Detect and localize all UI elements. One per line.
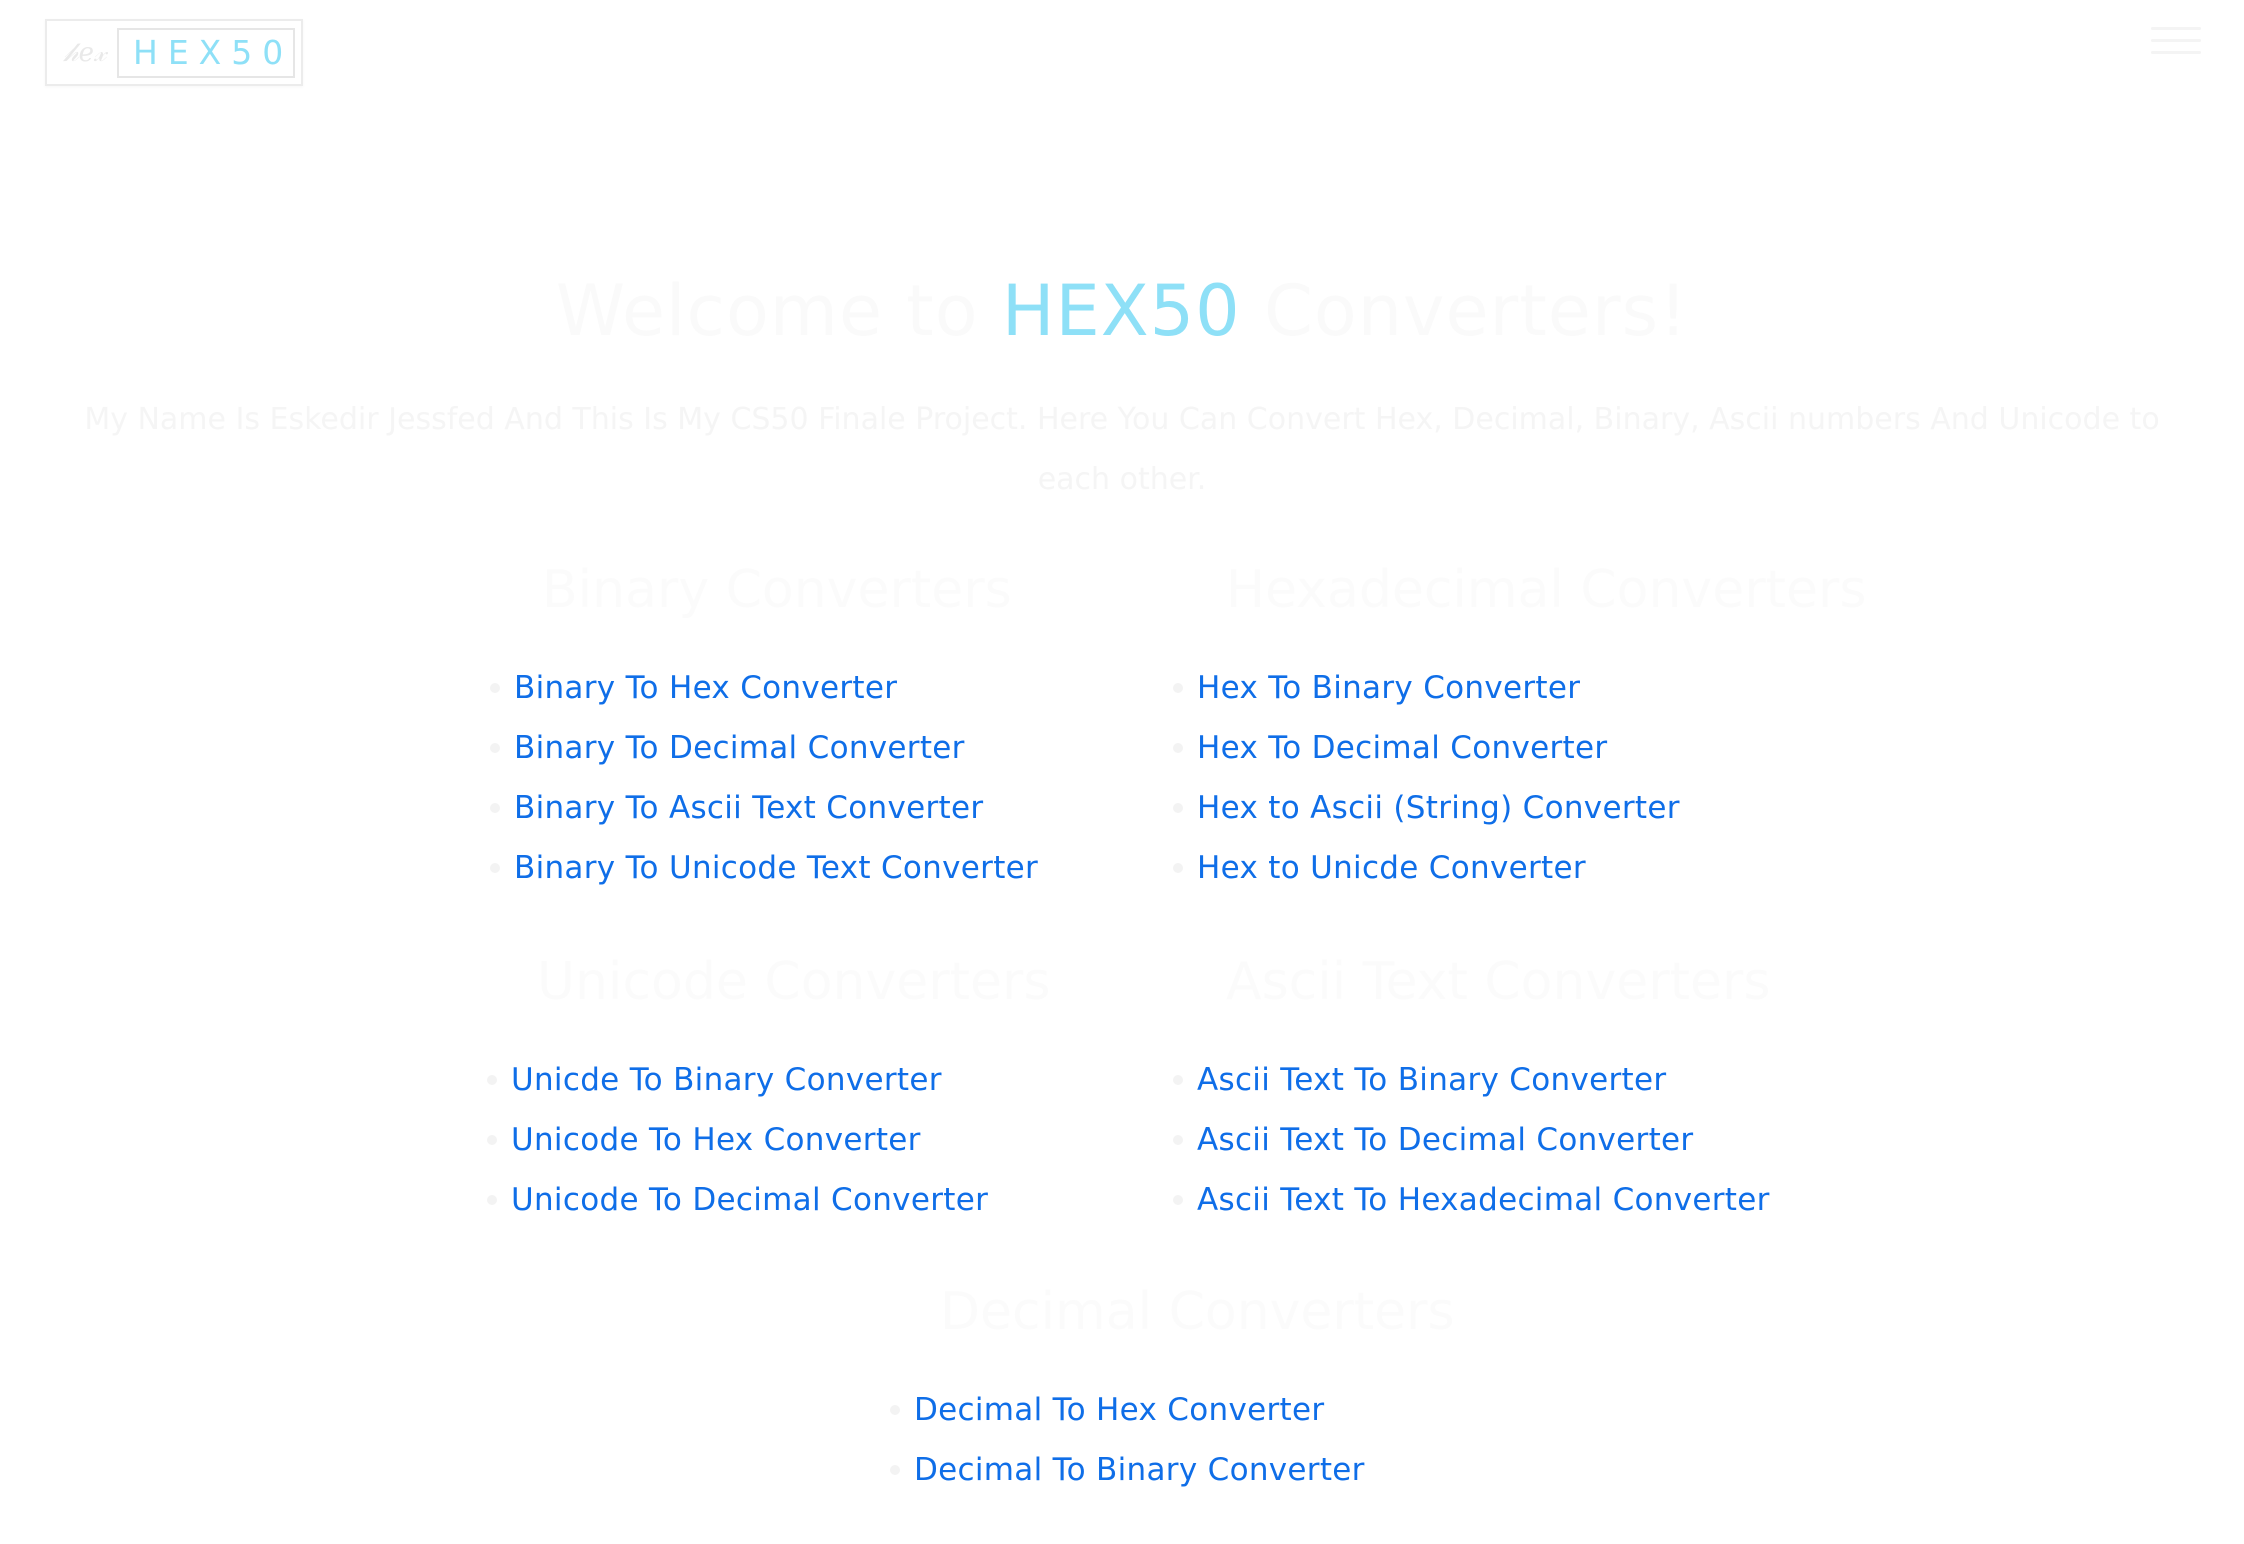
link-ascii-to-binary[interactable]: Ascii Text To Binary Converter	[1197, 1062, 1666, 1098]
link-unicode-to-binary[interactable]: Unicde To Binary Converter	[511, 1062, 942, 1098]
link-binary-to-ascii[interactable]: Binary To Ascii Text Converter	[514, 790, 983, 826]
list-item: Unicode To Hex Converter	[487, 1110, 988, 1170]
bullet-icon	[1173, 863, 1183, 873]
page-subtitle: My Name Is Eskedir Jessfed And This Is M…	[84, 402, 2160, 497]
page: 𝒽𝑒𝓍 HEX50 Welcome to HEX50 Converters! M…	[0, 0, 2244, 1544]
link-decimal-to-hex[interactable]: Decimal To Hex Converter	[914, 1392, 1324, 1428]
link-ascii-to-decimal[interactable]: Ascii Text To Decimal Converter	[1197, 1122, 1693, 1158]
ascii-converters-section: Ascii Text Converters Ascii Text To Bina…	[1173, 952, 1771, 1218]
link-binary-to-decimal[interactable]: Binary To Decimal Converter	[514, 730, 965, 766]
section-title-ascii: Ascii Text Converters	[1226, 952, 1771, 1012]
section-title-decimal: Decimal Converters	[940, 1282, 1455, 1342]
decimal-converters-section: Decimal Converters Decimal To Hex Conver…	[890, 1282, 1455, 1488]
list-item: Ascii Text To Hexadecimal Converter	[1173, 1170, 1770, 1230]
list-item: Binary To Hex Converter	[490, 658, 1038, 718]
link-binary-to-hex[interactable]: Binary To Hex Converter	[514, 670, 897, 706]
link-hex-to-decimal[interactable]: Hex To Decimal Converter	[1197, 730, 1607, 766]
list-item: Hex To Decimal Converter	[1173, 718, 1680, 778]
link-unicode-to-decimal[interactable]: Unicode To Decimal Converter	[511, 1182, 988, 1218]
list-item: Decimal To Binary Converter	[890, 1440, 1365, 1500]
list-item: Hex to Ascii (String) Converter	[1173, 778, 1680, 838]
list-item: Unicode To Decimal Converter	[487, 1170, 988, 1230]
bullet-icon	[890, 1405, 900, 1415]
link-ascii-to-hex[interactable]: Ascii Text To Hexadecimal Converter	[1197, 1182, 1770, 1218]
title-prefix: Welcome to	[555, 270, 1002, 352]
list-item: Binary To Unicode Text Converter	[490, 838, 1038, 898]
bullet-icon	[487, 1135, 497, 1145]
list-item: Decimal To Hex Converter	[890, 1380, 1365, 1440]
hex-link-list: Hex To Binary Converter Hex To Decimal C…	[1173, 658, 1680, 898]
list-item: Hex to Unicde Converter	[1173, 838, 1680, 898]
link-binary-to-unicode[interactable]: Binary To Unicode Text Converter	[514, 850, 1038, 886]
bullet-icon	[490, 863, 500, 873]
binary-link-list: Binary To Hex Converter Binary To Decima…	[490, 658, 1038, 898]
bullet-icon	[890, 1465, 900, 1475]
list-item: Ascii Text To Decimal Converter	[1173, 1110, 1770, 1170]
link-unicode-to-hex[interactable]: Unicode To Hex Converter	[511, 1122, 921, 1158]
bullet-icon	[1173, 1135, 1183, 1145]
bullet-icon	[1173, 743, 1183, 753]
unicode-converters-section: Unicode Converters Unicde To Binary Conv…	[487, 952, 1051, 1218]
list-item: Hex To Binary Converter	[1173, 658, 1680, 718]
list-item: Binary To Decimal Converter	[490, 718, 1038, 778]
title-brand: HEX50	[1001, 270, 1241, 352]
ascii-link-list: Ascii Text To Binary Converter Ascii Tex…	[1173, 1050, 1770, 1230]
bullet-icon	[487, 1195, 497, 1205]
title-suffix: Converters!	[1240, 270, 1689, 352]
page-title: Welcome to HEX50 Converters!	[0, 270, 2244, 352]
link-hex-to-unicode[interactable]: Hex to Unicde Converter	[1197, 850, 1586, 886]
bullet-icon	[1173, 1195, 1183, 1205]
bullet-icon	[487, 1075, 497, 1085]
hamburger-menu-icon[interactable]	[2151, 27, 2201, 63]
unicode-link-list: Unicde To Binary Converter Unicode To He…	[487, 1050, 988, 1230]
site-logo[interactable]: 𝒽𝑒𝓍 HEX50	[45, 19, 303, 86]
decimal-link-list: Decimal To Hex Converter Decimal To Bina…	[890, 1380, 1365, 1500]
bullet-icon	[1173, 803, 1183, 813]
binary-converters-section: Binary Converters Binary To Hex Converte…	[490, 560, 1038, 886]
bullet-icon	[1173, 1075, 1183, 1085]
bullet-icon	[490, 743, 500, 753]
bullet-icon	[1173, 683, 1183, 693]
section-title-hex: Hexadecimal Converters	[1226, 560, 1867, 620]
bullet-icon	[490, 803, 500, 813]
link-decimal-to-binary[interactable]: Decimal To Binary Converter	[914, 1452, 1365, 1488]
section-title-binary: Binary Converters	[542, 560, 1012, 620]
link-hex-to-binary[interactable]: Hex To Binary Converter	[1197, 670, 1580, 706]
bullet-icon	[490, 683, 500, 693]
hexadecimal-converters-section: Hexadecimal Converters Hex To Binary Con…	[1173, 560, 1867, 886]
link-hex-to-ascii[interactable]: Hex to Ascii (String) Converter	[1197, 790, 1680, 826]
list-item: Unicde To Binary Converter	[487, 1050, 988, 1110]
logo-mark-icon: 𝒽𝑒𝓍	[63, 38, 107, 68]
list-item: Ascii Text To Binary Converter	[1173, 1050, 1770, 1110]
logo-wordmark: HEX50	[117, 28, 295, 78]
list-item: Binary To Ascii Text Converter	[490, 778, 1038, 838]
section-title-unicode: Unicode Converters	[537, 952, 1051, 1012]
